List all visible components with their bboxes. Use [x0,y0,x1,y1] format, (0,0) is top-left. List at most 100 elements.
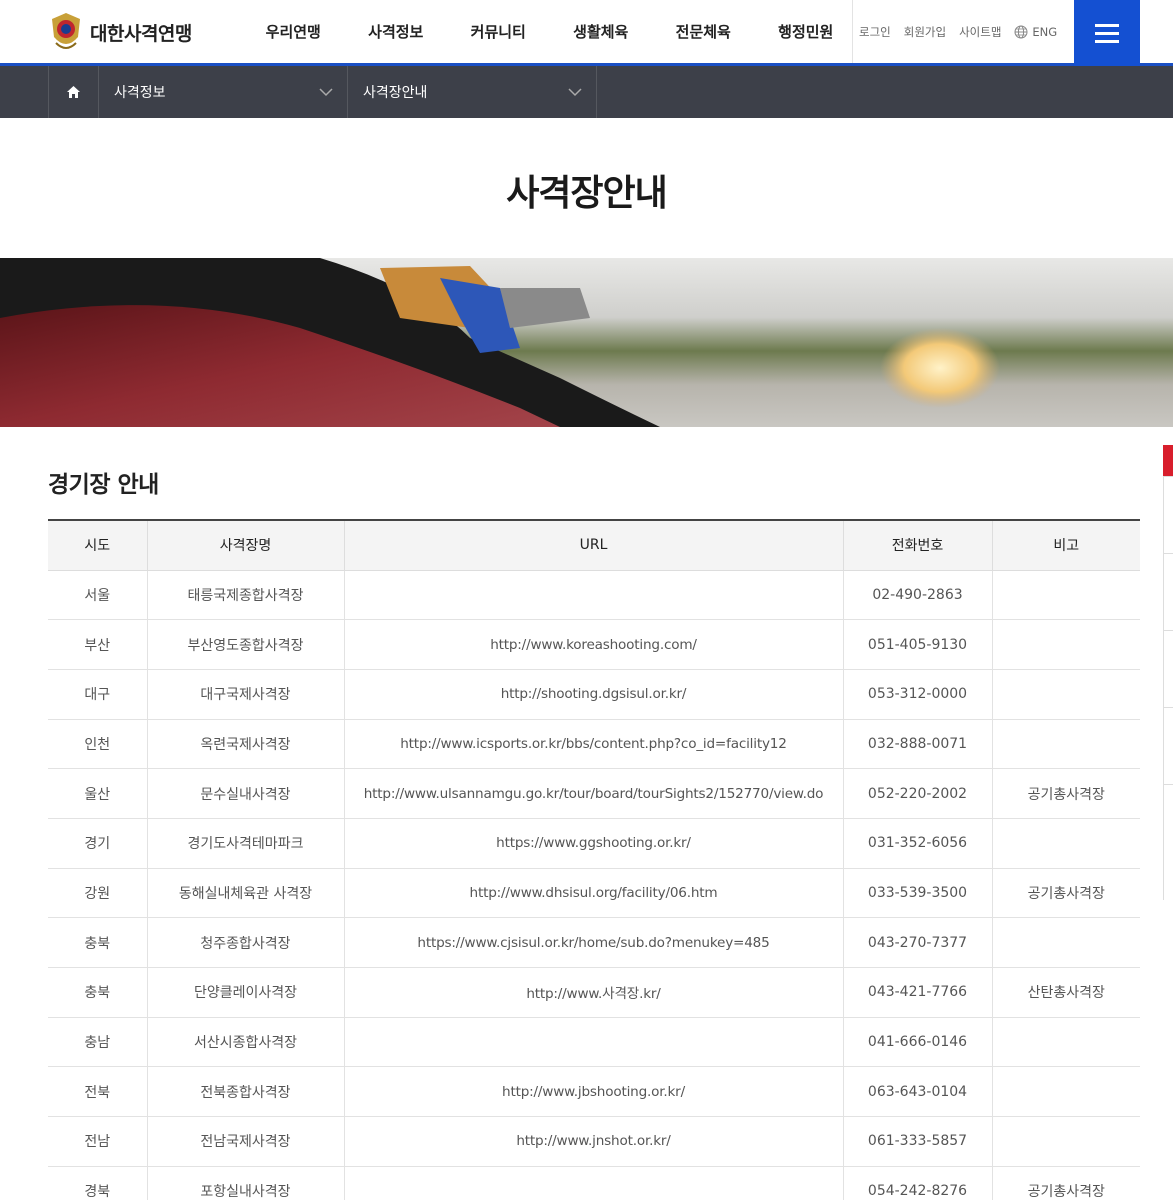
hero-banner-image [0,258,1173,427]
region-cell: 전북 [48,1066,147,1118]
phone-cell: 053-312-0000 [842,669,992,720]
note-cell [991,570,1140,621]
language-link[interactable]: ENG [1014,25,1057,39]
url-cell[interactable]: http://www.jnshot.or.kr/ [343,1116,843,1167]
note-cell [991,719,1140,770]
phone-cell: 051-405-9130 [842,619,992,670]
note-cell: 공기총사격장 [991,768,1140,819]
logo-text: 대한사격연맹 [90,22,192,45]
header-range-name: 사격장명 [146,520,344,571]
breadcrumb: 사격정보 사격장안내 [0,66,1173,118]
header-region: 시도 [48,520,147,571]
phone-cell: 041-666-0146 [842,1017,992,1068]
table-row: 인천 옥련국제사격장 http://www.icsports.or.kr/bbs/c… [48,719,1140,770]
nav-item-about[interactable]: 우리연맹 [242,0,345,63]
note-cell [991,818,1140,869]
nav-item-admin[interactable]: 행정민원 [755,0,858,63]
section-title: 경기장 안내 [48,472,159,498]
table-row: 경기 경기도사격테마파크 https://www.ggshooting.or.kr/… [48,818,1140,869]
side-panel [1163,476,1173,900]
region-cell: 서울 [48,570,147,621]
breadcrumb-level1-dropdown[interactable]: 사격정보 [99,66,348,118]
note-cell [991,619,1140,670]
login-link[interactable]: 로그인 [859,24,891,40]
region-cell: 충남 [48,1017,147,1068]
note-cell: 공기총사격장 [991,868,1140,919]
range-name-cell: 경기도사격테마파크 [146,818,344,869]
region-cell: 대구 [48,669,147,720]
site-logo[interactable]: 대한사격연맹 [48,10,192,54]
note-cell [991,669,1140,720]
phone-cell: 054-242-8276 [842,1166,992,1200]
note-cell [991,1066,1140,1118]
region-cell: 부산 [48,619,147,670]
note-cell [991,1116,1140,1167]
header-phone: 전화번호 [842,520,992,571]
header-note: 비고 [991,520,1140,571]
table-row: 전남 전남국제사격장 http://www.jnshot.or.kr/061-333… [48,1116,1140,1167]
phone-cell: 02-490-2863 [842,570,992,621]
phone-cell: 032-888-0071 [842,719,992,770]
table-row: 충남 서산시종합사격장 041-666-0146 [48,1017,1140,1068]
table-row: 울산 문수실내사격장 http://www.ulsannamgu.go.kr/tou… [48,768,1140,819]
phone-cell: 063-643-0104 [842,1066,992,1118]
url-cell[interactable]: http://www.koreashooting.com/ [343,619,843,670]
language-label: ENG [1032,24,1058,39]
chevron-down-icon [319,87,333,96]
url-cell[interactable]: http://www.dhsisul.org/facility/06.htm [343,868,843,919]
side-divider [1164,784,1173,785]
url-cell[interactable]: https://www.ggshooting.or.kr/ [343,818,843,869]
table-row: 대구 대구국제사격장 http://shooting.dgsisul.or.kr/0… [48,669,1140,720]
side-divider [1164,707,1173,708]
table-row: 전북 전북종합사격장 http://www.jbshooting.or.kr/063… [48,1066,1140,1118]
nav-item-sports-for-all[interactable]: 생활체육 [550,0,653,63]
region-cell: 충북 [48,967,147,1018]
range-table: 시도 사격장명 URL 전화번호 비고 서울 태릉국제종합사격장 02-490-28… [48,519,1140,1200]
breadcrumb-level2-dropdown[interactable]: 사격장안내 [348,66,597,118]
range-name-cell: 서산시종합사격장 [146,1017,344,1068]
home-glyph [67,86,80,98]
url-cell[interactable]: http://shooting.dgsisul.or.kr/ [343,669,843,720]
side-divider [1164,553,1173,554]
url-cell[interactable]: https://www.cjsisul.or.kr/home/sub.do?me… [343,917,843,968]
phone-cell: 031-352-6056 [842,818,992,869]
page-title: 사격장안내 [506,173,668,214]
table-header-row: 시도 사격장명 URL 전화번호 비고 [48,520,1140,571]
nav-item-elite-sports[interactable]: 전문체육 [652,0,755,63]
url-cell[interactable]: http://www.ulsannamgu.go.kr/tour/board/t… [343,768,843,819]
join-link[interactable]: 회원가입 [904,24,946,40]
note-cell [991,917,1140,968]
region-cell: 충북 [48,917,147,968]
range-name-cell: 태릉국제종합사격장 [146,570,344,621]
region-cell: 강원 [48,868,147,919]
breadcrumb-level2-label: 사격장안내 [363,85,428,101]
region-cell: 인천 [48,719,147,770]
url-cell[interactable]: http://www.사격장.kr/ [343,967,843,1018]
url-cell [343,1166,843,1200]
phone-cell: 033-539-3500 [842,868,992,919]
nav-item-shooting-info[interactable]: 사격정보 [345,0,448,63]
hamburger-menu-icon[interactable] [1074,0,1140,66]
range-name-cell: 단양클레이사격장 [146,967,344,1018]
main-nav: 우리연맹 사격정보 커뮤니티 생활체육 전문체육 행정민원 [242,0,857,63]
range-name-cell: 동해실내체육관 사격장 [146,868,344,919]
url-cell[interactable]: http://www.icsports.or.kr/bbs/content.ph… [343,719,843,770]
note-cell: 공기총사격장 [991,1166,1140,1200]
nav-item-community[interactable]: 커뮤니티 [447,0,550,63]
table-row: 경북 포항실내사격장 054-242-8276 공기총사격장 [48,1166,1140,1200]
range-name-cell: 전남국제사격장 [146,1116,344,1167]
range-name-cell: 문수실내사격장 [146,768,344,819]
range-name-cell: 포항실내사격장 [146,1166,344,1200]
range-name-cell: 부산영도종합사격장 [146,619,344,670]
url-cell [343,570,843,621]
table-row: 서울 태릉국제종합사격장 02-490-2863 [48,570,1140,621]
side-tab-active[interactable] [1163,445,1173,476]
note-cell [991,1017,1140,1068]
table-row: 충북 청주종합사격장 https://www.cjsisul.or.kr/home/… [48,917,1140,968]
range-name-cell: 청주종합사격장 [146,917,344,968]
url-cell[interactable]: http://www.jbshooting.or.kr/ [343,1066,843,1118]
sitemap-link[interactable]: 사이트맵 [959,24,1001,40]
federation-emblem-icon [52,13,80,49]
phone-cell: 043-421-7766 [842,967,992,1018]
home-icon[interactable] [48,66,99,118]
